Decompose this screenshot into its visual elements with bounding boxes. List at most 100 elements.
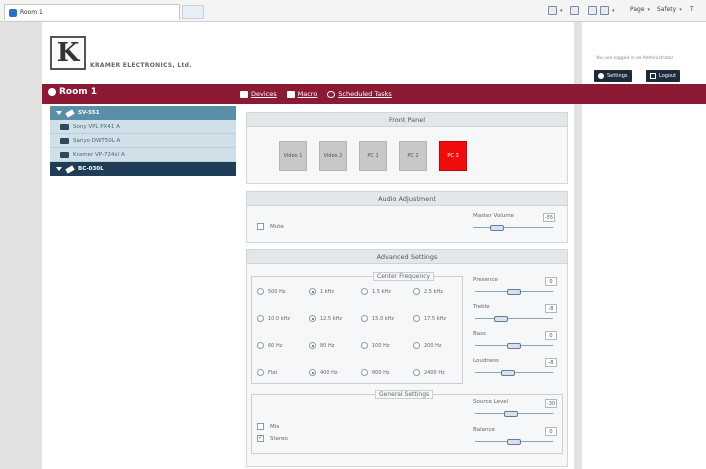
frequency-option[interactable]: 400 Hz <box>309 369 338 376</box>
frequency-label: 10.0 kHz <box>268 315 291 322</box>
frequency-radio[interactable] <box>309 315 316 322</box>
logout-icon <box>650 73 656 79</box>
macro-link[interactable]: Macro <box>286 90 317 98</box>
tree-group-sv551[interactable]: SV-551 <box>50 106 236 120</box>
eq-slider[interactable] <box>475 370 553 376</box>
stereo-option[interactable]: Stereo <box>257 434 288 442</box>
frequency-radio[interactable] <box>257 315 264 322</box>
toolbar-safety-menu[interactable]: Safety ▾ <box>657 6 682 13</box>
eq-slider-value[interactable]: 0 <box>545 277 557 286</box>
frequency-option[interactable]: Flat <box>257 369 277 376</box>
frequency-radio[interactable] <box>413 342 420 349</box>
frequency-option[interactable]: 12.5 kHz <box>309 315 342 322</box>
frequency-option[interactable]: 2400 Hz <box>413 369 445 376</box>
toolbar-feeds[interactable] <box>570 6 579 15</box>
frequency-radio[interactable] <box>309 369 316 376</box>
macro-icon <box>286 90 295 98</box>
devices-icon <box>240 90 248 98</box>
frequency-option[interactable]: 200 Hz <box>413 342 442 349</box>
frequency-radio[interactable] <box>413 315 420 322</box>
slider-thumb[interactable] <box>501 370 515 376</box>
source-level-value[interactable]: -30 <box>545 399 557 408</box>
page-margin-left <box>0 22 42 469</box>
frequency-radio[interactable] <box>361 288 368 295</box>
eq-slider[interactable] <box>475 316 553 322</box>
slider-thumb[interactable] <box>507 289 521 295</box>
master-volume-slider[interactable] <box>473 225 553 231</box>
toolbar-print[interactable]: ▾ <box>588 6 615 15</box>
logout-button[interactable]: Logout <box>646 70 681 82</box>
frequency-option[interactable]: 800 Hz <box>361 369 390 376</box>
toolbar-home[interactable]: ▾ <box>548 6 563 15</box>
tree-item[interactable]: Sanyo DWT50L A <box>50 134 236 148</box>
master-volume-value[interactable]: -55 <box>543 213 555 222</box>
toolbar-tools-menu[interactable]: T <box>690 6 694 13</box>
source-level-slider[interactable] <box>475 411 553 417</box>
mix-option[interactable]: Mix <box>257 423 280 430</box>
frequency-radio[interactable] <box>413 369 420 376</box>
eq-slider-value[interactable]: 0 <box>545 331 557 340</box>
front-panel-button[interactable]: PC 1 <box>359 141 387 171</box>
front-panel-button[interactable]: Video 2 <box>319 141 347 171</box>
eq-slider[interactable] <box>475 343 553 349</box>
frequency-label: 60 Hz <box>268 342 283 349</box>
stereo-checkbox[interactable] <box>257 434 264 442</box>
eq-slider-label: Bass <box>473 331 486 337</box>
balance-slider[interactable] <box>475 439 553 445</box>
frequency-label: 15.0 kHz <box>372 315 395 322</box>
mute-option[interactable]: Mute <box>257 223 284 230</box>
frequency-option[interactable]: 15.0 kHz <box>361 315 394 322</box>
eq-slider-value[interactable]: -8 <box>545 304 557 313</box>
frequency-radio[interactable] <box>309 342 316 349</box>
frequency-label: 800 Hz <box>372 369 390 376</box>
slider-thumb[interactable] <box>490 225 504 231</box>
front-panel-button[interactable]: PC 2 <box>399 141 427 171</box>
settings-button[interactable]: Settings <box>594 70 632 82</box>
info-icon <box>48 88 56 96</box>
tree-item[interactable]: Sony VPL PX41 A <box>50 120 236 134</box>
frequency-radio[interactable] <box>257 369 264 376</box>
frequency-radio[interactable] <box>361 342 368 349</box>
frequency-option[interactable]: 80 Hz <box>309 342 334 349</box>
front-panel-button[interactable]: PC 3 <box>439 141 467 171</box>
scheduled-tasks-link[interactable]: Scheduled Tasks <box>327 90 392 98</box>
eq-slider-label: Treble <box>473 304 490 310</box>
frequency-option[interactable]: 1 kHz <box>309 288 334 295</box>
mix-checkbox[interactable] <box>257 423 264 430</box>
slider-thumb[interactable] <box>494 316 508 322</box>
frequency-radio[interactable] <box>309 288 316 295</box>
frequency-option[interactable]: 1.5 kHz <box>361 288 391 295</box>
tree-item[interactable]: Kramer VP-724xl A <box>50 148 236 162</box>
eq-slider-value[interactable]: -8 <box>545 358 557 367</box>
frequency-radio[interactable] <box>257 288 264 295</box>
audio-panel: Audio Adjustment Mute Master Volume -55 <box>246 191 568 243</box>
frequency-option[interactable]: 10.0 kHz <box>257 315 290 322</box>
browser-tab[interactable]: Room 1 <box>4 4 180 20</box>
frequency-radio[interactable] <box>361 369 368 376</box>
slider-thumb[interactable] <box>504 411 518 417</box>
toolbar-page-menu[interactable]: Page ▾ <box>630 6 650 13</box>
slider-thumb[interactable] <box>507 439 521 445</box>
center-frequency-legend: Center Frequency <box>373 272 435 281</box>
frequency-radio[interactable] <box>257 342 264 349</box>
frequency-label: 2.5 kHz <box>424 288 443 295</box>
frequency-label: 500 Hz <box>268 288 286 295</box>
devices-link[interactable]: Devices <box>240 90 277 98</box>
front-panel-button[interactable]: Video 1 <box>279 141 307 171</box>
tree-group-bc030l[interactable]: BC-030L <box>50 162 236 176</box>
frequency-option[interactable]: 60 Hz <box>257 342 282 349</box>
frequency-option[interactable]: 2.5 kHz <box>413 288 443 295</box>
frequency-radio[interactable] <box>413 288 420 295</box>
frequency-radio[interactable] <box>361 315 368 322</box>
frequency-option[interactable]: 100 Hz <box>361 342 390 349</box>
mute-checkbox[interactable] <box>257 223 264 230</box>
new-tab-button[interactable] <box>182 5 204 19</box>
print-icon <box>600 6 609 15</box>
frequency-option[interactable]: 17.5 kHz <box>413 315 446 322</box>
eq-slider[interactable] <box>475 289 553 295</box>
slider-thumb[interactable] <box>507 343 521 349</box>
clock-icon <box>327 90 336 98</box>
balance-value[interactable]: 0 <box>545 427 557 436</box>
balance-label: Balance <box>473 427 495 433</box>
frequency-option[interactable]: 500 Hz <box>257 288 286 295</box>
